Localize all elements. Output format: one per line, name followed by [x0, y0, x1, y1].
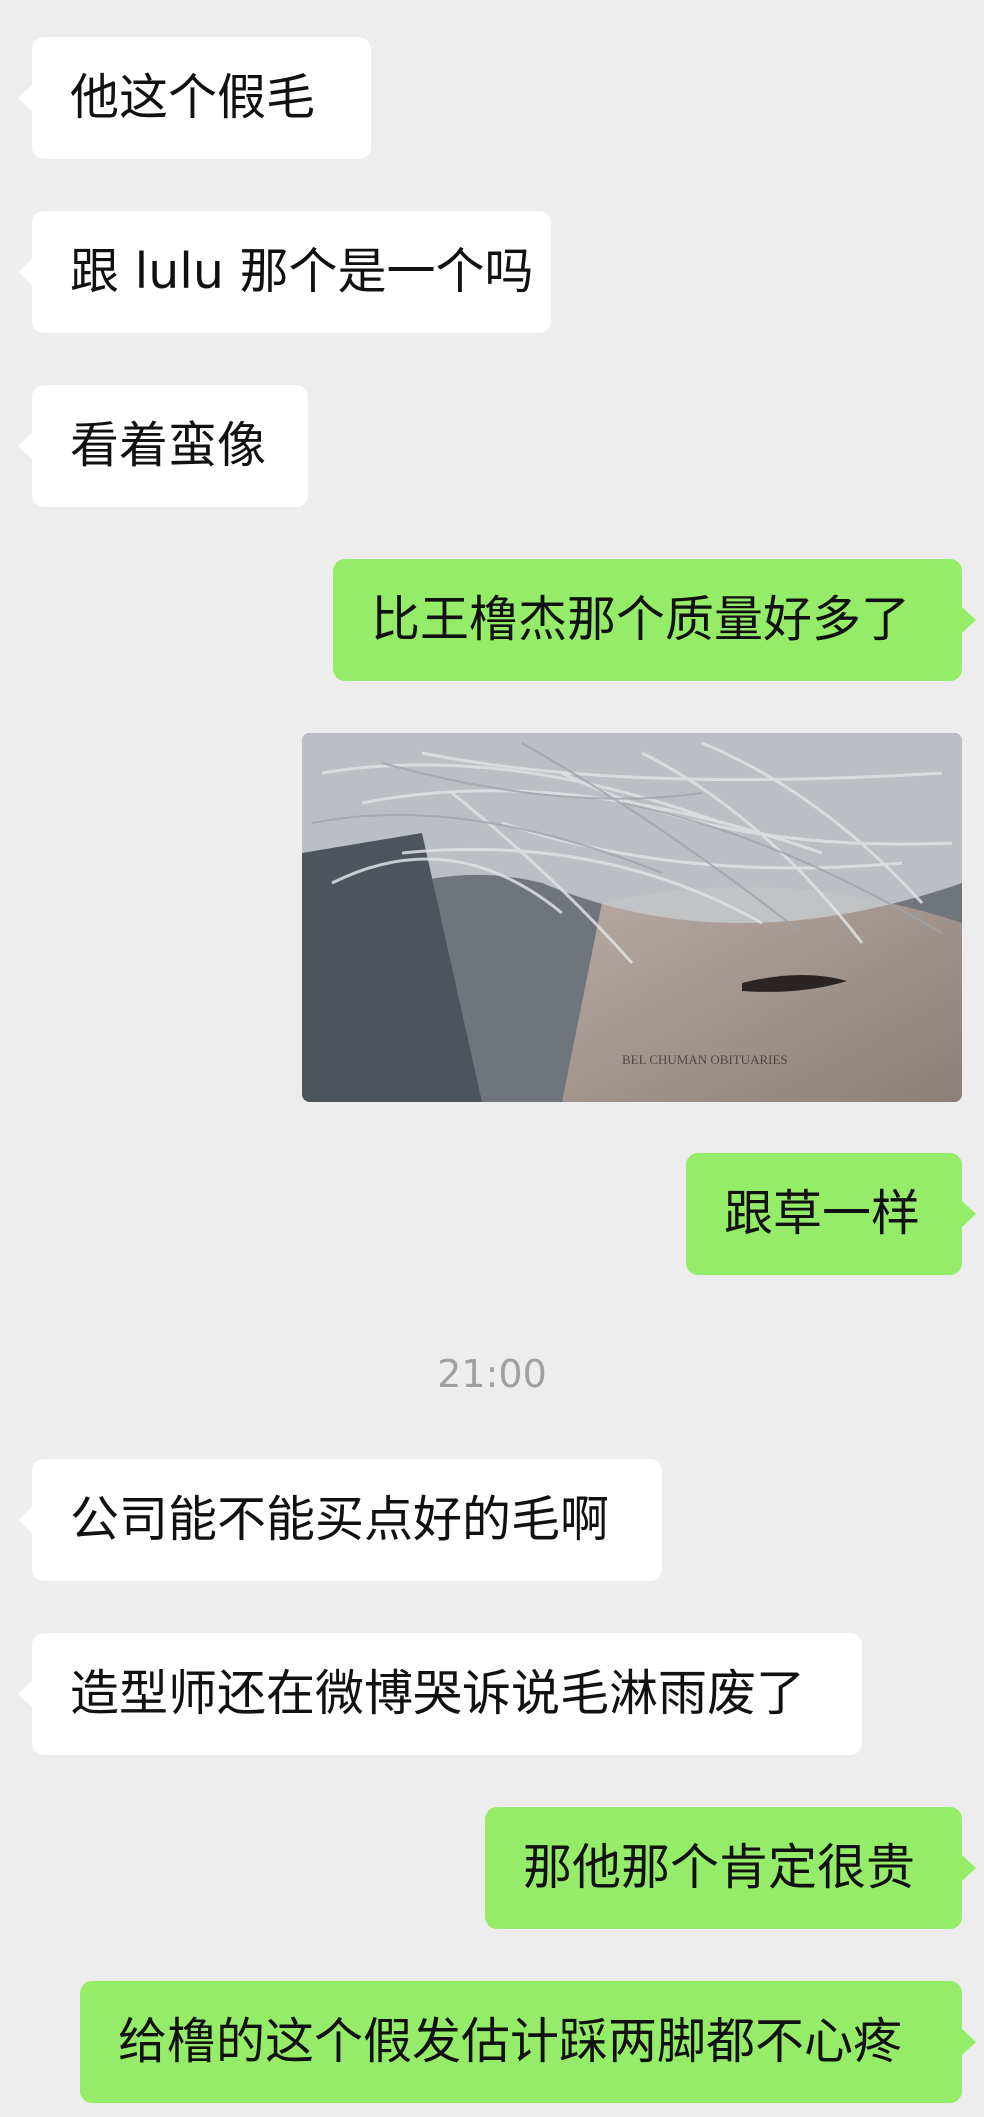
- message-text: 造型师还在微博哭诉说毛淋雨废了: [70, 1665, 806, 1722]
- message-text: 给橹的这个假发估计踩两脚都不心疼: [118, 2013, 903, 2070]
- message-text: 公司能不能买点好的毛啊: [70, 1491, 610, 1548]
- chat-area[interactable]: 他这个假毛 跟 lulu 那个是一个吗 看着蛮像 比王橹杰那个质量好多了 BEL…: [0, 0, 984, 2117]
- message-text: 看着蛮像: [70, 417, 267, 474]
- message-text: 比王橹杰那个质量好多了: [371, 591, 911, 648]
- message-bubble-right[interactable]: 给橹的这个假发估计踩两脚都不心疼: [80, 1981, 976, 2103]
- hair-photo-art: BEL CHUMAN OBITUARIES: [302, 733, 962, 1102]
- message-text: 跟草一样: [724, 1185, 921, 1242]
- image-caption: BEL CHUMAN OBITUARIES: [622, 1052, 788, 1067]
- message-bubble-right[interactable]: 跟草一样: [686, 1153, 976, 1275]
- message-bubble-left[interactable]: 造型师还在微博哭诉说毛淋雨废了: [18, 1633, 862, 1755]
- message-bubble-left[interactable]: 看着蛮像: [18, 385, 308, 507]
- message-bubble-left[interactable]: 公司能不能买点好的毛啊: [18, 1459, 662, 1581]
- message-bubble-left[interactable]: 他这个假毛: [18, 37, 371, 159]
- message-bubble-right[interactable]: 比王橹杰那个质量好多了: [333, 559, 976, 681]
- message-text: 他这个假毛: [70, 69, 316, 126]
- message-bubble-right[interactable]: 那他那个肯定很贵: [485, 1807, 976, 1929]
- timestamp: 21:00: [437, 1352, 547, 1396]
- message-bubble-left[interactable]: 跟 lulu 那个是一个吗: [18, 211, 551, 333]
- message-text: 跟 lulu 那个是一个吗: [70, 243, 534, 300]
- message-text: 那他那个肯定很贵: [523, 1839, 916, 1896]
- message-image[interactable]: BEL CHUMAN OBITUARIES: [302, 733, 962, 1102]
